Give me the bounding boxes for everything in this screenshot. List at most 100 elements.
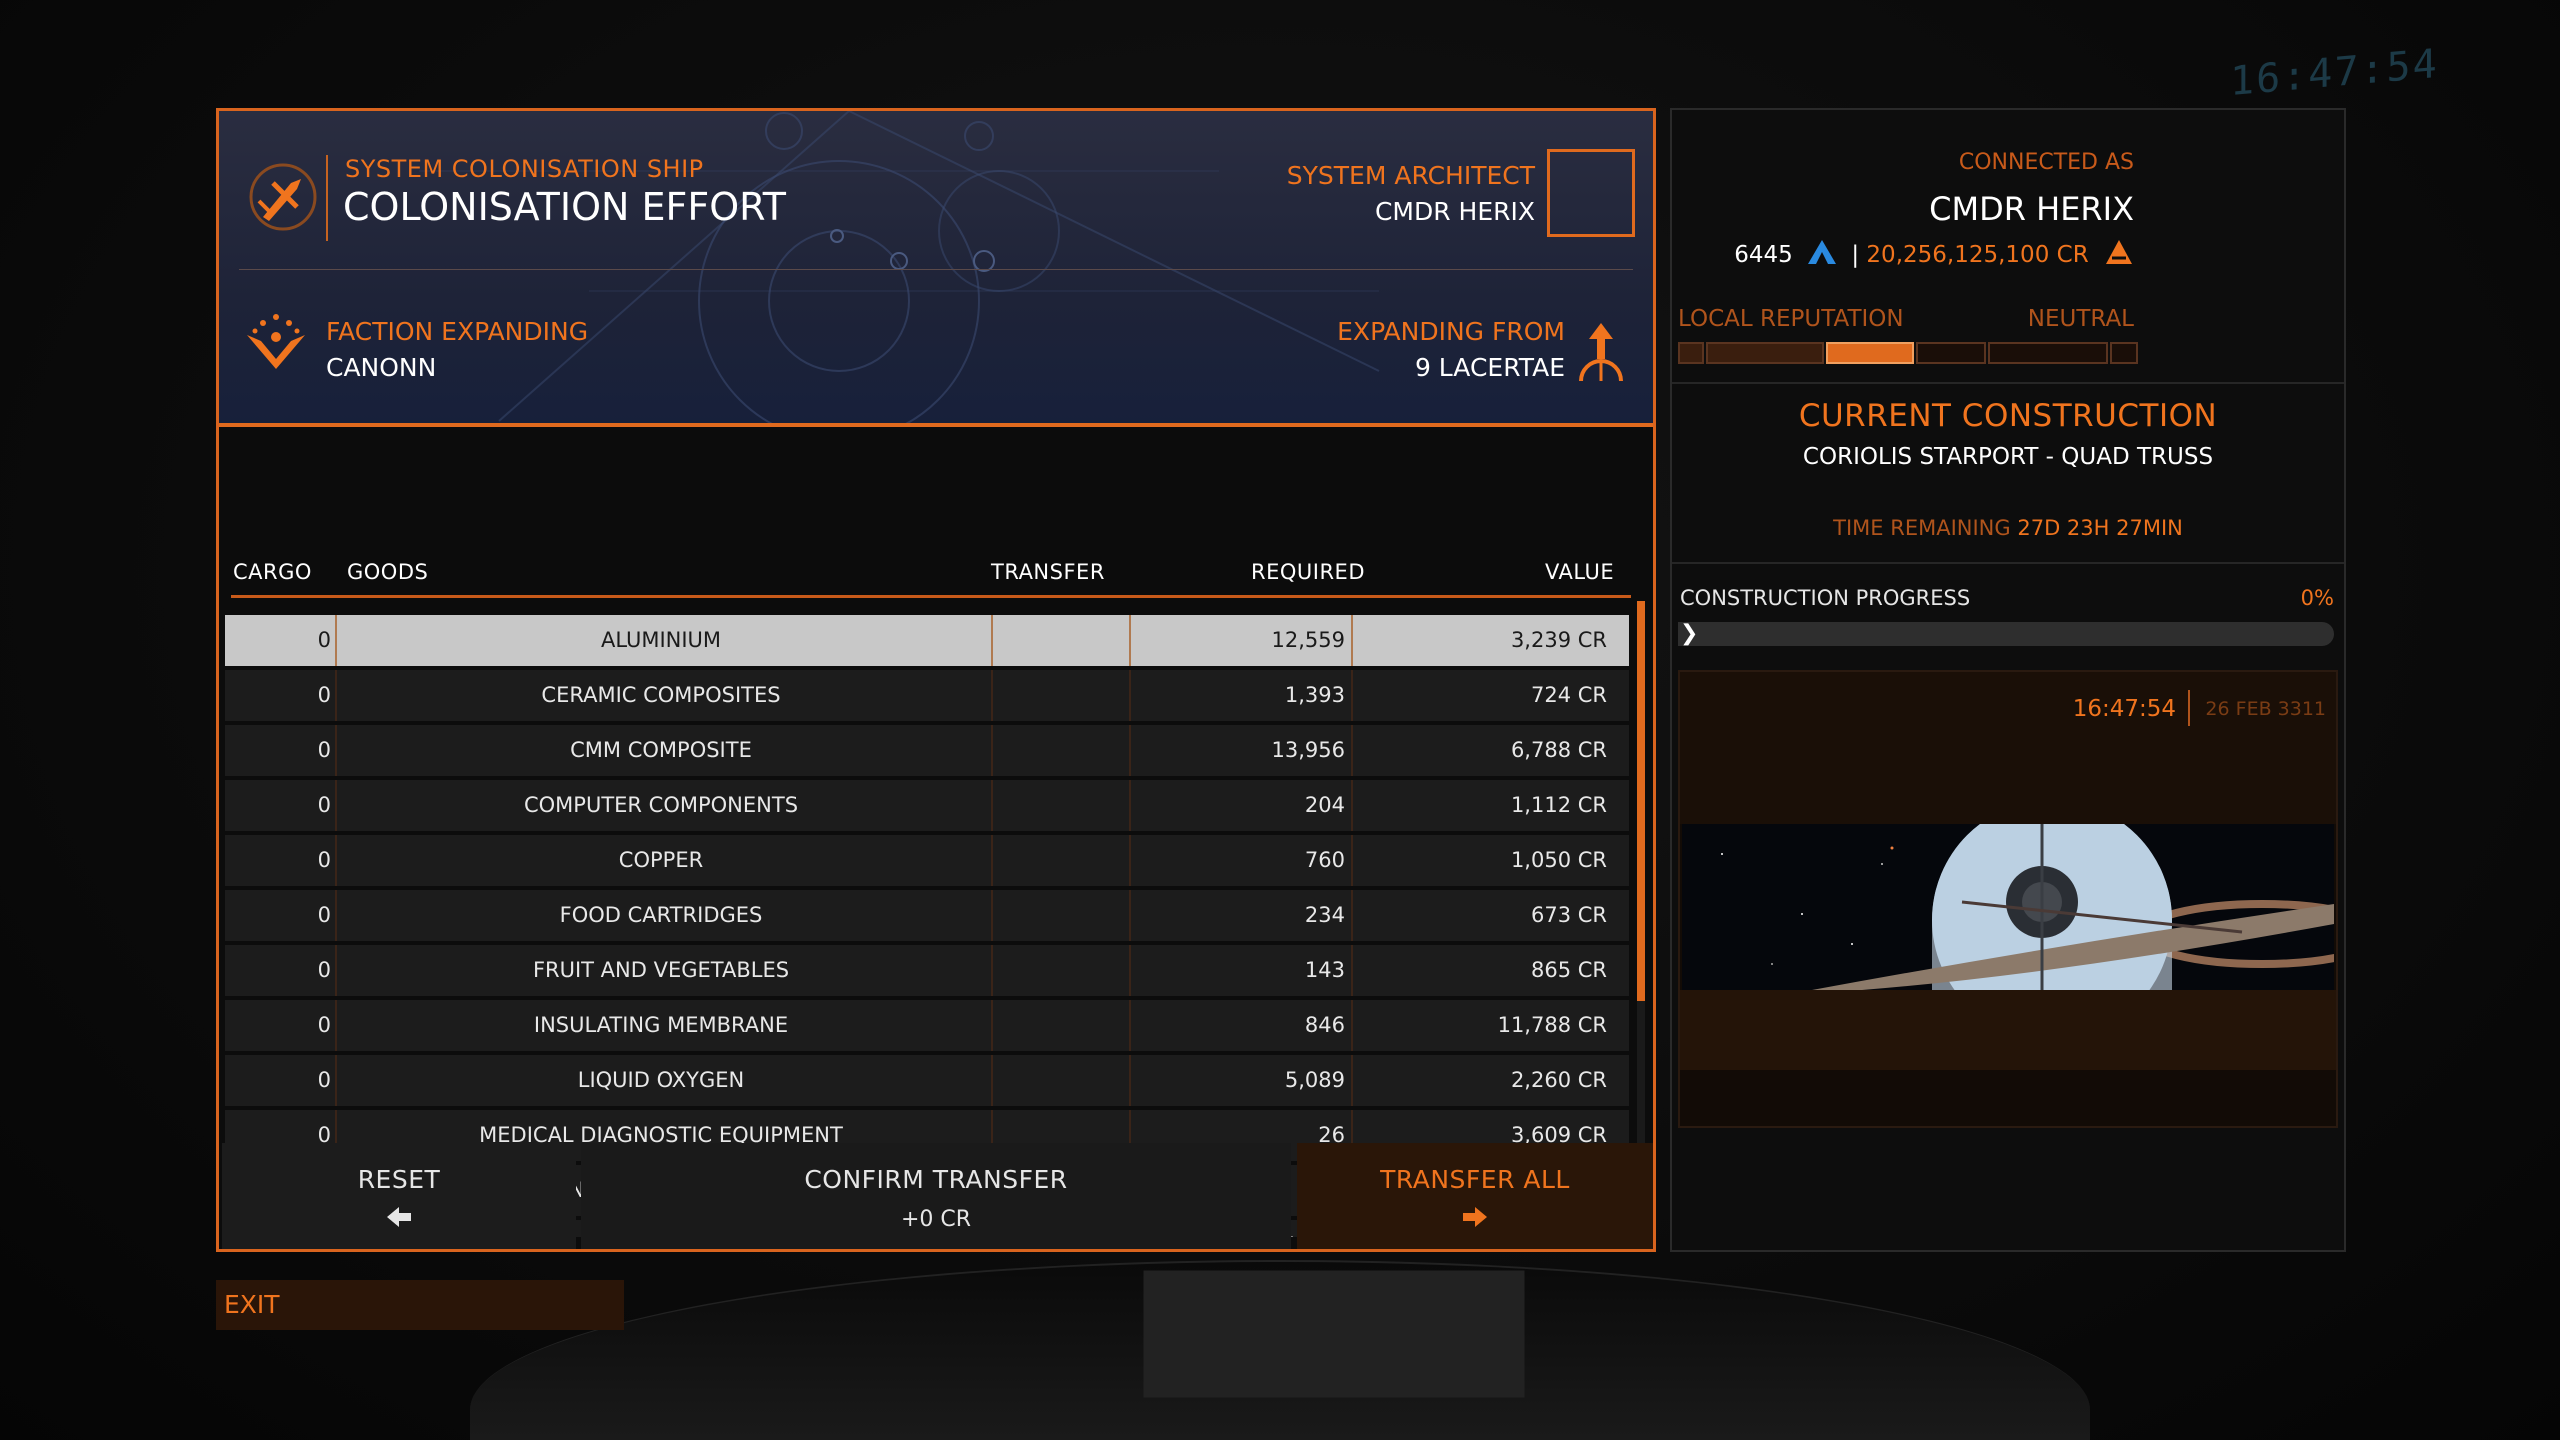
reset-button[interactable]: RESET	[222, 1143, 576, 1249]
column-goods[interactable]: GOODS	[347, 560, 428, 584]
table-row[interactable]: 0 ALUMINIUM 12,559 3,239 CR	[225, 615, 1629, 666]
cargo-cell: 0	[317, 738, 331, 762]
column-separator	[991, 1055, 993, 1106]
table-row[interactable]: 0 COPPER 760 1,050 CR	[225, 835, 1629, 886]
transfer-all-button[interactable]: TRANSFER ALL	[1297, 1143, 1653, 1249]
reputation-segment	[1706, 342, 1824, 364]
column-separator	[1351, 615, 1353, 666]
expanding-from-system: 9 LACERTAE	[1414, 353, 1565, 382]
goods-cell: COPPER	[618, 848, 704, 872]
background-clock: 16:47:54	[2230, 40, 2439, 106]
table-row[interactable]: 0 INSULATING MEMBRANE 846 11,788 CR	[225, 1000, 1629, 1051]
current-construction-title: CURRENT CONSTRUCTION	[1798, 398, 2218, 434]
scrollbar-thumb[interactable]	[1637, 601, 1645, 1001]
column-separator	[1129, 945, 1131, 996]
column-separator	[991, 670, 993, 721]
table-row[interactable]: 0 CMM COMPOSITE 13,956 6,788 CR	[225, 725, 1629, 776]
credits-balance: 20,256,125,100 CR	[1866, 242, 2089, 268]
game-clock: 16:47:54	[2072, 696, 2176, 722]
goods-cell: ALUMINIUM	[600, 628, 722, 652]
column-separator	[335, 780, 337, 831]
column-separator	[335, 725, 337, 776]
column-separator	[335, 670, 337, 721]
architect-avatar-frame	[1547, 149, 1635, 237]
column-separator	[991, 835, 993, 886]
column-required[interactable]: REQUIRED	[1251, 560, 1365, 584]
column-separator	[1351, 890, 1353, 941]
alliance-rank-icon	[1808, 240, 1837, 264]
reputation-segment-current	[1826, 342, 1914, 364]
faction-label: FACTION EXPANDING	[326, 317, 589, 346]
goods-cell: FOOD CARTRIDGES	[559, 903, 763, 927]
column-cargo[interactable]: CARGO	[233, 560, 312, 584]
construction-progress-bar	[1678, 622, 2334, 646]
table-row[interactable]: 0 LIQUID OXYGEN 5,089 2,260 CR	[225, 1055, 1629, 1106]
clock-separator	[2188, 690, 2190, 726]
table-row[interactable]: 0 COMPUTER COMPONENTS 204 1,112 CR	[225, 780, 1629, 831]
expanding-from-label: EXPANDING FROM	[1337, 317, 1565, 346]
column-separator	[1129, 670, 1131, 721]
info-panel: CONNECTED AS CMDR HERIX 6445 | 20,256,12…	[1670, 108, 2346, 1252]
value-cell: 724 CR	[1530, 683, 1607, 707]
cargo-cell: 0	[317, 958, 331, 982]
cargo-cell: 0	[317, 1068, 331, 1092]
column-separator	[1129, 725, 1131, 776]
column-separator	[991, 1000, 993, 1051]
transfer-all-label: TRANSFER ALL	[1380, 1165, 1570, 1194]
credits-icon	[2106, 240, 2132, 264]
panel-header: SYSTEM COLONISATION SHIP COLONISATION EF…	[219, 111, 1653, 424]
column-value[interactable]: VALUE	[1545, 560, 1614, 584]
confirm-transfer-label: CONFIRM TRANSFER	[804, 1165, 1068, 1194]
column-separator	[1129, 615, 1131, 666]
local-reputation-value: NEUTRAL	[2027, 306, 2134, 332]
table-row[interactable]: 0 FRUIT AND VEGETABLES 143 865 CR	[225, 945, 1629, 996]
column-separator	[335, 615, 337, 666]
architect-label: SYSTEM ARCHITECT	[1286, 161, 1535, 190]
connected-as-label: CONNECTED AS	[1958, 150, 2134, 175]
column-separator	[335, 1000, 337, 1051]
column-separator	[1351, 725, 1353, 776]
cargo-cell: 0	[317, 683, 331, 707]
value-cell: 6,788 CR	[1510, 738, 1607, 762]
column-transfer[interactable]: TRANSFER	[991, 560, 1105, 584]
value-cell: 865 CR	[1530, 958, 1607, 982]
exit-button[interactable]: EXIT	[216, 1280, 624, 1330]
rank-number: 6445	[1734, 242, 1793, 268]
table-header-line	[231, 595, 1631, 598]
game-date: 26 FEB 3311	[2205, 698, 2326, 720]
title-separator	[326, 155, 328, 241]
construction-name: CORIOLIS STARPORT - QUAD TRUSS	[1802, 444, 2214, 470]
construction-ship-image	[1682, 824, 2334, 990]
section-divider	[1672, 382, 2344, 384]
station-view-footer	[1680, 990, 2336, 1070]
construction-progress-value: 0%	[2300, 586, 2334, 610]
cargo-cell: 0	[317, 793, 331, 817]
column-separator	[1129, 1055, 1131, 1106]
confirm-transfer-button[interactable]: CONFIRM TRANSFER +0 CR	[581, 1143, 1291, 1249]
table-row[interactable]: 0 CERAMIC COMPOSITES 1,393 724 CR	[225, 670, 1629, 721]
column-separator	[1129, 890, 1131, 941]
time-remaining: TIME REMAINING 27D 23H 27MIN	[1672, 516, 2344, 540]
reputation-segment	[2110, 342, 2138, 364]
connected-commander-name: CMDR HERIX	[1929, 190, 2134, 228]
goods-cell: COMPUTER COMPONENTS	[523, 793, 799, 817]
value-cell: 11,788 CR	[1497, 1013, 1607, 1037]
reputation-segment	[1678, 342, 1704, 364]
value-cell: 1,112 CR	[1510, 793, 1607, 817]
required-cell: 143	[1304, 958, 1345, 982]
colonisation-panel: SYSTEM COLONISATION SHIP COLONISATION EF…	[216, 108, 1656, 1252]
colonisation-ship-icon	[249, 163, 317, 231]
station-view-header: 16:47:54 26 FEB 3311	[1680, 672, 2336, 824]
column-separator	[1129, 835, 1131, 886]
time-remaining-label: TIME REMAINING	[1833, 516, 2011, 540]
faction-name: CANONN	[326, 353, 437, 382]
goods-cell: LIQUID OXYGEN	[577, 1068, 745, 1092]
local-reputation-label: LOCAL REPUTATION	[1678, 306, 1904, 332]
table-row[interactable]: 0 FOOD CARTRIDGES 234 673 CR	[225, 890, 1629, 941]
value-cell: 1,050 CR	[1510, 848, 1607, 872]
column-separator	[335, 835, 337, 886]
expanding-from-icon	[1579, 323, 1623, 382]
column-separator	[991, 780, 993, 831]
arrow-right-icon	[1463, 1207, 1487, 1227]
station-view: 16:47:54 26 FEB 3311	[1678, 670, 2338, 1128]
